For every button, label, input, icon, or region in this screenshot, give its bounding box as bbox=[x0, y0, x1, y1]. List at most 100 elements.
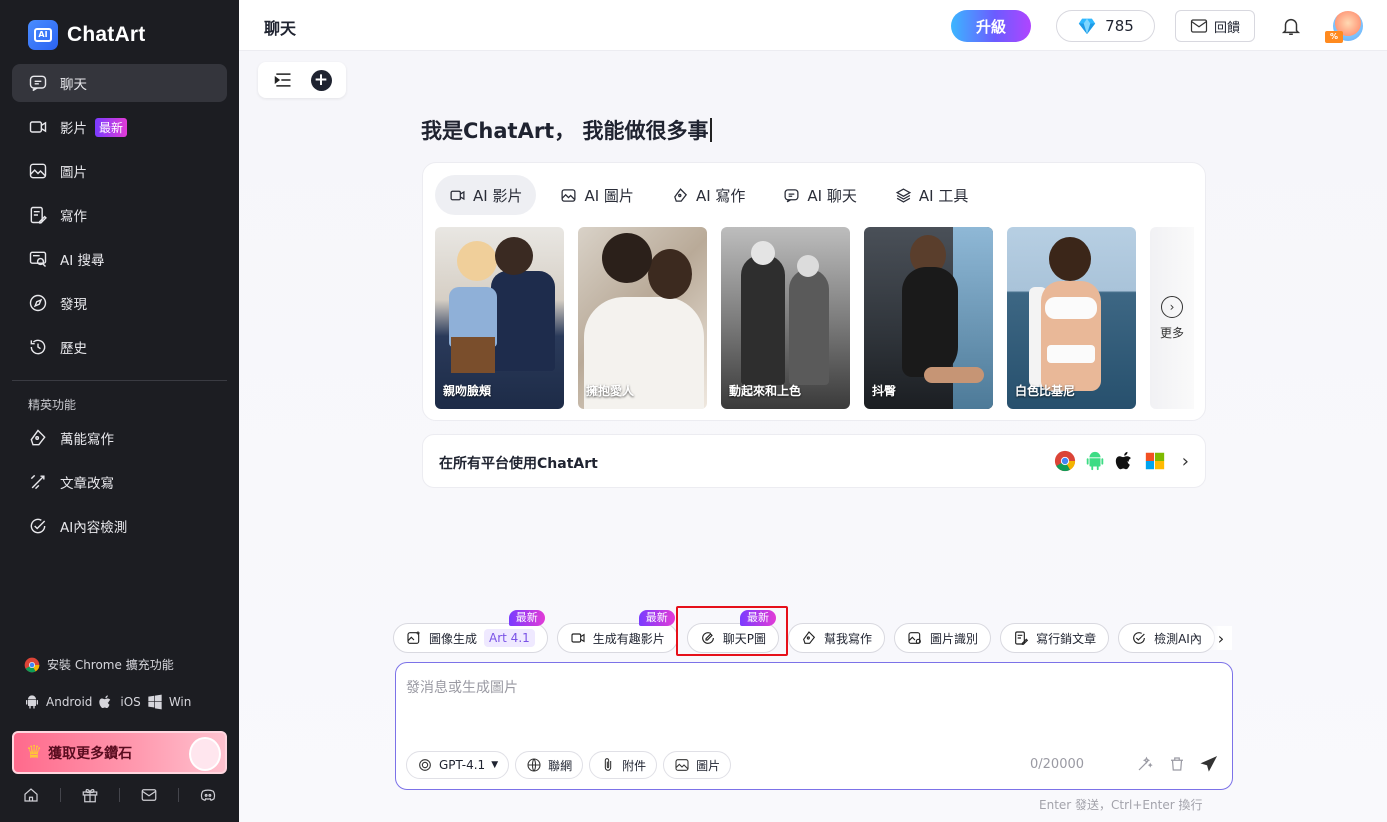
quick-action-label: 寫行銷文章 bbox=[1036, 631, 1097, 646]
page-title: 聊天 bbox=[264, 19, 297, 38]
template-caption: 白色比基尼 bbox=[1015, 384, 1076, 398]
model-selector[interactable]: GPT-4.1 ▼ bbox=[406, 751, 510, 779]
toggle-history-icon[interactable] bbox=[272, 69, 294, 91]
tab-label: AI 聊天 bbox=[807, 186, 857, 205]
install-extension-link[interactable]: 安裝 Chrome 擴充功能 bbox=[24, 656, 174, 673]
quick-action-marketing-article[interactable]: 寫行銷文章 bbox=[1000, 623, 1110, 653]
sidebar-item-label: 發現 bbox=[60, 297, 87, 313]
feedback-label: 回饋 bbox=[1213, 20, 1240, 36]
gift-icon[interactable] bbox=[81, 786, 99, 804]
sidebar-item-discover[interactable]: 發現 bbox=[12, 284, 227, 322]
tab-ai-writing[interactable]: AI 寫作 bbox=[658, 175, 759, 215]
sidebar-item-label: AI 搜尋 bbox=[60, 253, 105, 269]
brand-name: ChatArt bbox=[67, 23, 146, 46]
quick-action-label: 圖像生成 bbox=[429, 631, 478, 646]
template-caption: 親吻臉頰 bbox=[443, 384, 492, 398]
sidebar-item-label: 萬能寫作 bbox=[60, 432, 114, 448]
sidebar-item-ai-search[interactable]: AI 搜尋 bbox=[12, 240, 227, 278]
apple-icon bbox=[98, 694, 114, 710]
get-diamonds-button[interactable]: ♛ 獲取更多鑽石 bbox=[12, 731, 227, 774]
footer-separator bbox=[119, 788, 120, 802]
template-card-twerk[interactable]: 抖臀 bbox=[864, 227, 993, 409]
template-card-hug[interactable]: 擁抱愛人 bbox=[578, 227, 707, 409]
attach-button[interactable]: 附件 bbox=[589, 751, 658, 779]
quick-action-image-generation[interactable]: 最新 圖像生成 Art 4.1 bbox=[393, 610, 548, 653]
sidebar-nav: 聊天 影片 最新 圖片 寫作 AI 搜尋 發現 歷史 bbox=[12, 64, 227, 372]
quick-action-fun-video[interactable]: 最新 生成有趣影片 bbox=[556, 610, 678, 653]
template-card-white-bikini[interactable]: 白色比基尼 bbox=[1007, 227, 1136, 409]
sidebar-item-universal-writing[interactable]: 萬能寫作 bbox=[12, 419, 227, 457]
sidebar-item-chat[interactable]: 聊天 bbox=[12, 64, 227, 102]
user-avatar[interactable]: % bbox=[1325, 11, 1363, 43]
new-badge: 最新 bbox=[95, 117, 128, 137]
android-icon bbox=[1084, 450, 1106, 472]
sidebar-item-label: 影片 bbox=[60, 121, 87, 137]
discount-tag: % bbox=[1325, 31, 1343, 43]
quick-action-help-write[interactable]: 幫我寫作 bbox=[788, 623, 886, 653]
chat-icon bbox=[28, 73, 48, 93]
model-tag: Art 4.1 bbox=[484, 629, 535, 647]
quick-action-chat-photo-edit[interactable]: 最新 聊天P圖 bbox=[686, 610, 780, 653]
tab-ai-image[interactable]: AI 圖片 bbox=[546, 175, 647, 215]
chrome-icon bbox=[1054, 450, 1076, 472]
quick-action-label: 圖片識別 bbox=[930, 631, 979, 646]
sidebar-footer bbox=[12, 782, 227, 808]
windows-link[interactable]: Win bbox=[169, 695, 192, 709]
android-icon bbox=[24, 694, 40, 710]
home-icon[interactable] bbox=[22, 786, 40, 804]
all-platforms-banner[interactable]: 在所有平台使用ChatArt › bbox=[422, 434, 1206, 488]
windows-icon bbox=[1144, 450, 1166, 472]
input-actions bbox=[1136, 755, 1218, 773]
quick-action-label: 檢測AI內 bbox=[1154, 631, 1202, 646]
send-icon[interactable] bbox=[1200, 755, 1218, 773]
template-card-cheek-kiss[interactable]: 親吻臉頰 bbox=[435, 227, 564, 409]
sidebar-premium-nav: 萬能寫作 文章改寫 AI內容檢測 bbox=[12, 419, 227, 551]
chevron-right-icon: › bbox=[1181, 450, 1189, 472]
feature-tabs: AI 影片 AI 圖片 AI 寫作 AI 聊天 AI 工具 bbox=[435, 175, 982, 215]
diamond-balance-button[interactable]: 785 bbox=[1056, 10, 1155, 42]
sidebar-item-label: 文章改寫 bbox=[60, 476, 114, 492]
promo-label: 獲取更多鑽石 bbox=[48, 745, 133, 762]
video-icon bbox=[450, 190, 465, 200]
image-upload-button[interactable]: 圖片 bbox=[663, 751, 732, 779]
message-input[interactable] bbox=[406, 677, 1216, 737]
tab-ai-video[interactable]: AI 影片 bbox=[435, 175, 537, 215]
more-templates-button[interactable]: › 更多 bbox=[1150, 227, 1194, 409]
ios-link[interactable]: iOS bbox=[120, 695, 140, 709]
discord-icon[interactable] bbox=[199, 786, 217, 804]
video-icon bbox=[28, 117, 48, 137]
notification-bell-icon[interactable] bbox=[1280, 15, 1302, 37]
quick-action-detect-ai[interactable]: 檢測AI內 bbox=[1118, 623, 1215, 653]
sidebar-item-write[interactable]: 寫作 bbox=[12, 196, 227, 234]
chat-icon bbox=[784, 188, 799, 202]
sidebar-item-video[interactable]: 影片 最新 bbox=[12, 108, 227, 146]
image-icon bbox=[28, 161, 48, 181]
scroll-right-chevron-icon[interactable]: › bbox=[1210, 626, 1232, 650]
sidebar-item-image[interactable]: 圖片 bbox=[12, 152, 227, 190]
sidebar-item-rewrite[interactable]: 文章改寫 bbox=[12, 463, 227, 501]
mail-icon[interactable] bbox=[140, 786, 158, 804]
tab-label: AI 圖片 bbox=[584, 186, 634, 205]
new-chat-button[interactable]: + bbox=[310, 69, 332, 91]
sidebar-item-ai-detect[interactable]: AI內容檢測 bbox=[12, 507, 227, 545]
promo-illustration bbox=[189, 737, 221, 771]
feedback-button[interactable]: 回饋 bbox=[1175, 10, 1255, 42]
tab-ai-tools[interactable]: AI 工具 bbox=[881, 175, 982, 215]
model-label: GPT-4.1 bbox=[439, 758, 486, 772]
image-gen-icon bbox=[407, 631, 420, 644]
platform-icons: › bbox=[1054, 450, 1189, 472]
sidebar-item-history[interactable]: 歷史 bbox=[12, 328, 227, 366]
trash-icon[interactable] bbox=[1168, 755, 1186, 773]
upgrade-button[interactable]: 升級 bbox=[951, 10, 1031, 42]
template-card-animate-colorize[interactable]: 動起來和上色 bbox=[721, 227, 850, 409]
web-search-toggle[interactable]: 聯網 bbox=[515, 751, 584, 779]
layers-icon bbox=[895, 187, 912, 203]
android-link[interactable]: Android bbox=[46, 695, 92, 709]
magic-wand-icon[interactable] bbox=[1136, 755, 1154, 773]
quick-action-image-recognition[interactable]: 圖片識別 bbox=[894, 623, 992, 653]
new-badge: 最新 bbox=[508, 610, 545, 626]
tab-ai-chat[interactable]: AI 聊天 bbox=[769, 175, 870, 215]
brand[interactable]: AI ChatArt bbox=[28, 20, 145, 50]
new-badge: 最新 bbox=[740, 610, 777, 626]
image-scan-icon bbox=[908, 632, 921, 644]
